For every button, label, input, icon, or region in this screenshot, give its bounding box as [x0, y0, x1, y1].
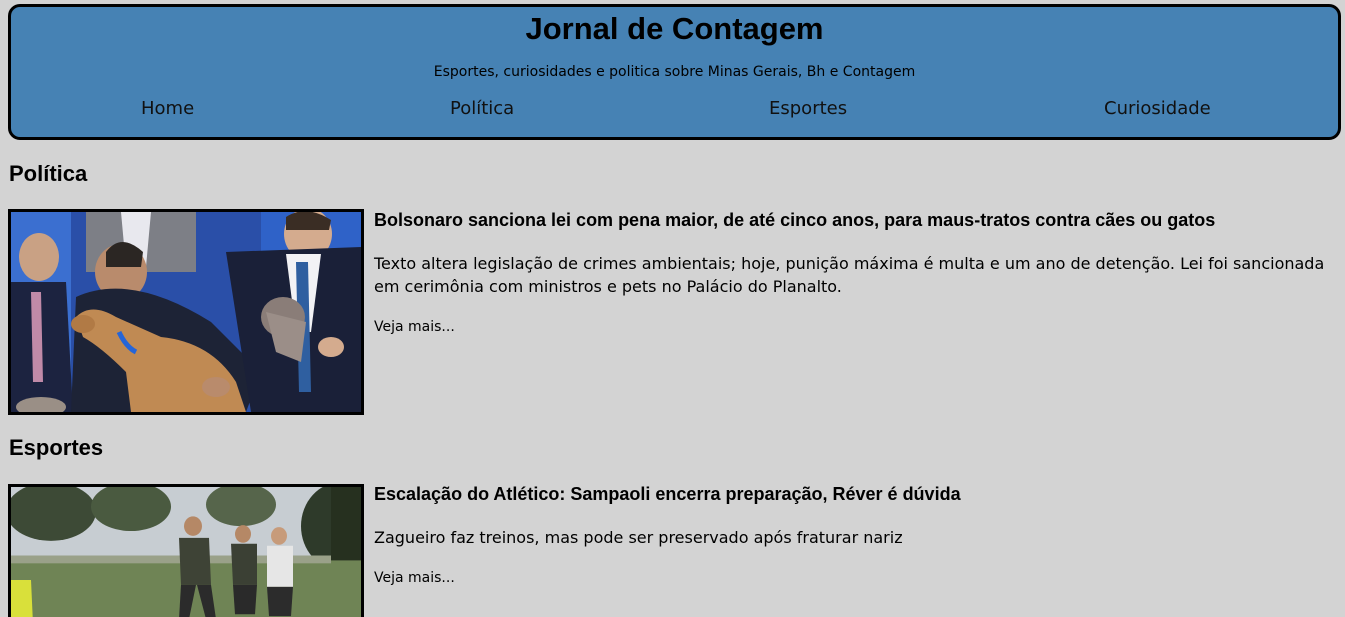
photo-ceremony-with-dogs	[11, 212, 361, 412]
article-image-esportes[interactable]	[8, 484, 364, 617]
article-image-politica[interactable]	[8, 209, 364, 415]
nav-link-esportes[interactable]: Esportes	[769, 98, 847, 120]
article-title-esportes[interactable]: Escalação do Atlético: Sampaoli encerra …	[374, 483, 1334, 505]
photo-training-field	[11, 487, 361, 617]
section-heading-esportes: Esportes	[9, 435, 104, 460]
site-header: Jornal de Contagem Esportes, curiosidade…	[8, 4, 1341, 140]
article-title-politica[interactable]: Bolsonaro sanciona lei com pena maior, d…	[374, 209, 1334, 231]
article-summary-esportes: Zagueiro faz treinos, mas pode ser prese…	[374, 528, 903, 547]
nav-link-curiosidade[interactable]: Curiosidade	[1104, 98, 1211, 120]
read-more-link-politica[interactable]: Veja mais...	[374, 318, 455, 336]
nav-link-home[interactable]: Home	[141, 98, 194, 120]
site-subtitle: Esportes, curiosidades e politica sobre …	[433, 64, 916, 80]
site-title: Jornal de Contagem	[525, 11, 824, 46]
article-summary-politica: Texto altera legislação de crimes ambien…	[374, 254, 1325, 296]
nav-link-politica[interactable]: Política	[450, 98, 514, 120]
read-more-link-esportes[interactable]: Veja mais...	[374, 569, 455, 587]
section-heading-politica: Política	[9, 161, 88, 186]
